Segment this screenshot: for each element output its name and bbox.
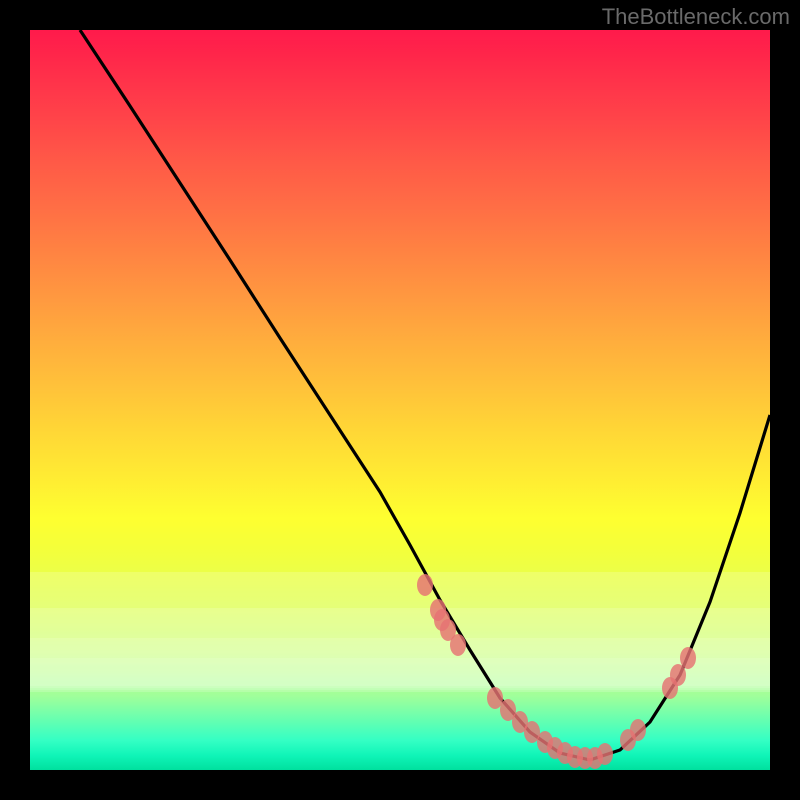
plot-area (30, 30, 770, 770)
attribution-text: TheBottleneck.com (602, 4, 790, 30)
outer-frame: TheBottleneck.com (0, 0, 800, 800)
